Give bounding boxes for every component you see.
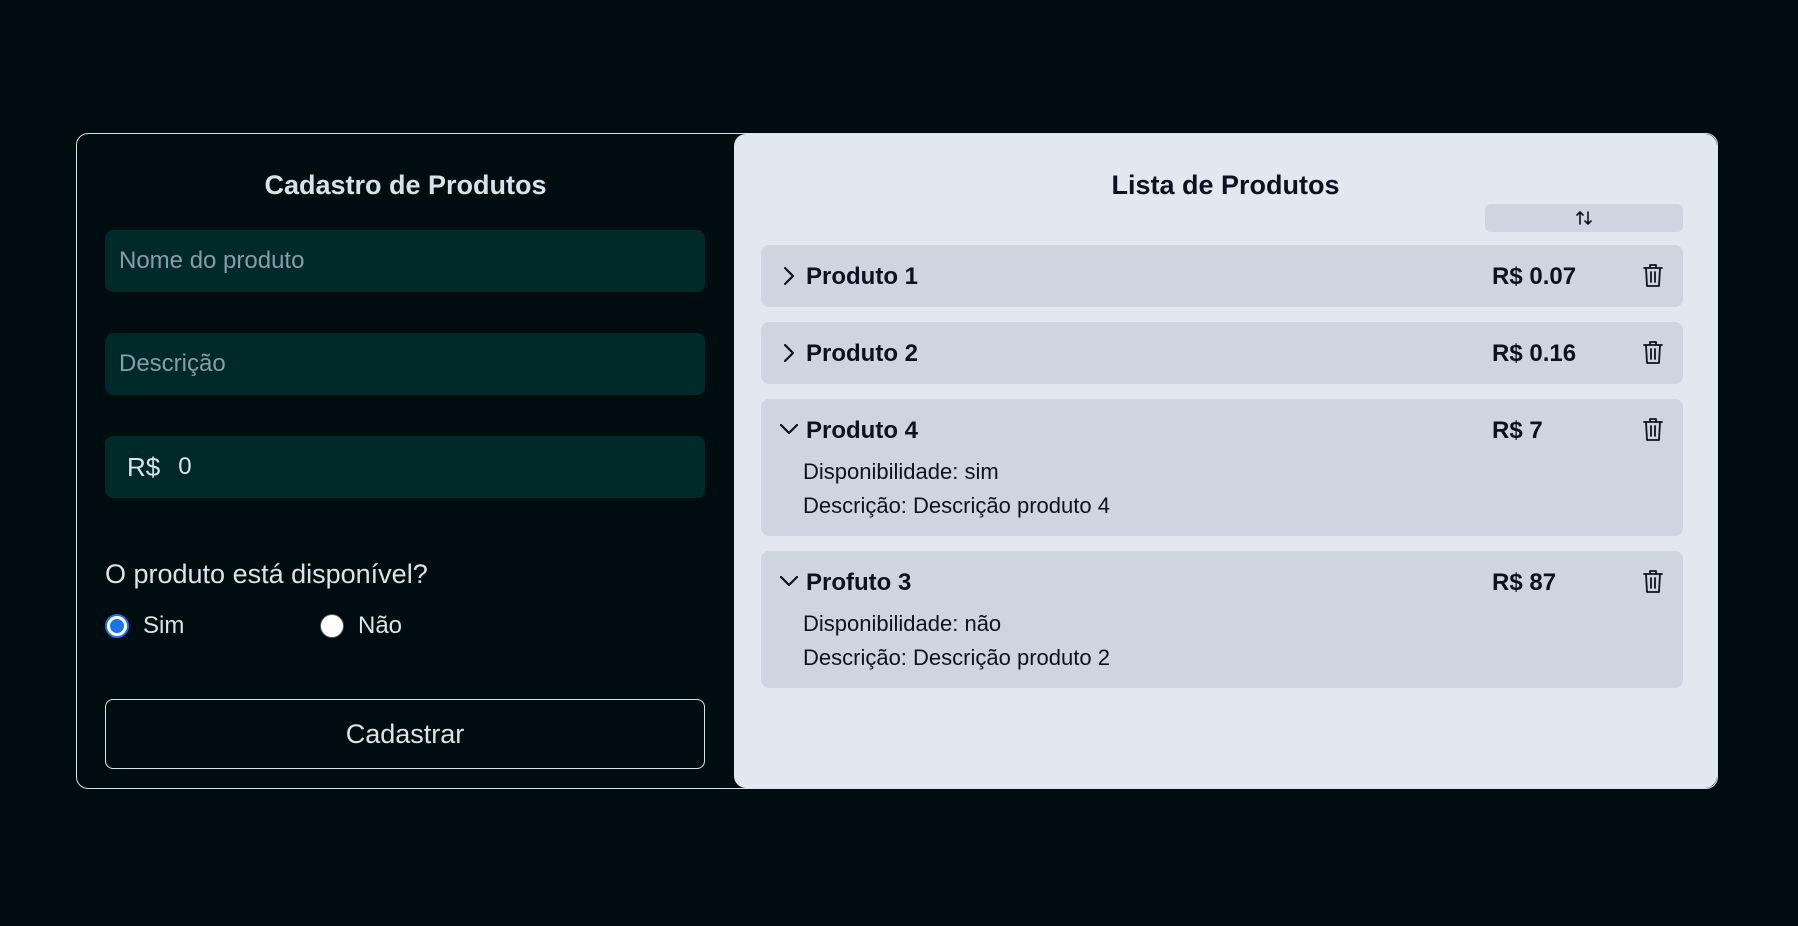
product-item: Produto 4 R$ 7 Disponibilidade: sim Descr… <box>761 399 1683 536</box>
product-description-input[interactable] <box>105 350 705 378</box>
product-item-header[interactable]: Profuto 3 R$ 87 <box>761 551 1683 613</box>
product-name: Profuto 3 <box>806 569 912 596</box>
radio-yes[interactable] <box>105 614 129 638</box>
currency-prefix: R$ <box>127 451 161 482</box>
description-value: Descrição produto 2 <box>913 645 1110 670</box>
product-item: Profuto 3 R$ 87 Disponibilidade: não Desc… <box>761 551 1683 688</box>
product-item: Produto 2 R$ 0.16 <box>761 322 1683 384</box>
product-item-header[interactable]: Produto 1 R$ 0.07 <box>761 245 1683 307</box>
description-value: Descrição produto 4 <box>913 493 1110 518</box>
availability-label: Disponibilidade: <box>803 459 959 484</box>
sort-arrows-icon <box>1576 211 1592 225</box>
availability-value: não <box>964 611 1002 636</box>
product-price-input[interactable] <box>160 453 705 481</box>
availability-question: O produto está disponível? <box>105 559 428 589</box>
description-label: Descrição: <box>803 645 907 670</box>
product-item-header[interactable]: Produto 4 R$ 7 <box>761 399 1683 461</box>
product-availability: Disponibilidade: sim <box>803 459 999 485</box>
product-item: Produto 1 R$ 0.07 <box>761 245 1683 307</box>
product-price: R$ 87 <box>1492 569 1557 596</box>
product-price: R$ 0.07 <box>1492 263 1577 290</box>
radio-no[interactable] <box>320 614 344 638</box>
trash-icon[interactable] <box>1641 262 1665 288</box>
description-field-wrapper <box>105 333 705 395</box>
trash-icon[interactable] <box>1641 568 1665 594</box>
product-item-header[interactable]: Produto 2 R$ 0.16 <box>761 322 1683 384</box>
product-availability: Disponibilidade: não <box>803 611 1001 637</box>
product-description: Descrição: Descrição produto 4 <box>803 493 1110 519</box>
submit-button[interactable]: Cadastrar <box>105 699 705 769</box>
product-list-panel: Lista de Produtos Produto 1 R$ 0.07 Prod… <box>734 134 1717 788</box>
availability-value: sim <box>964 459 999 484</box>
name-field-wrapper <box>105 230 705 292</box>
chevron-right-icon[interactable] <box>781 343 797 363</box>
product-name: Produto 4 <box>806 417 918 444</box>
availability-label: Disponibilidade: <box>803 611 959 636</box>
availability-radio-group: Sim Não <box>105 612 402 640</box>
product-price: R$ 7 <box>1492 417 1543 444</box>
list-title: Lista de Produtos <box>1111 170 1340 200</box>
radio-no-label: Não <box>358 612 403 639</box>
price-field-wrapper: R$ <box>105 436 705 498</box>
product-price: R$ 0.16 <box>1492 340 1577 367</box>
product-name: Produto 2 <box>806 340 918 367</box>
product-app: Cadastro de Produtos R$ O produto está d… <box>76 133 1718 789</box>
product-name: Produto 1 <box>806 263 918 290</box>
radio-yes-label: Sim <box>143 612 185 639</box>
product-list: Produto 1 R$ 0.07 Produto 2 R$ 0.16 Prod… <box>761 245 1683 703</box>
sort-button[interactable] <box>1485 204 1683 232</box>
product-form-panel: Cadastro de Produtos R$ O produto está d… <box>77 134 734 788</box>
description-label: Descrição: <box>803 493 907 518</box>
trash-icon[interactable] <box>1641 339 1665 365</box>
product-name-input[interactable] <box>105 247 705 275</box>
radio-option-no[interactable]: Não <box>320 612 402 640</box>
radio-option-yes[interactable]: Sim <box>105 612 320 640</box>
chevron-down-icon[interactable] <box>779 421 799 437</box>
trash-icon[interactable] <box>1641 416 1665 442</box>
product-description: Descrição: Descrição produto 2 <box>803 645 1110 671</box>
form-title: Cadastro de Produtos <box>264 170 547 200</box>
chevron-down-icon[interactable] <box>779 573 799 589</box>
chevron-right-icon[interactable] <box>781 266 797 286</box>
